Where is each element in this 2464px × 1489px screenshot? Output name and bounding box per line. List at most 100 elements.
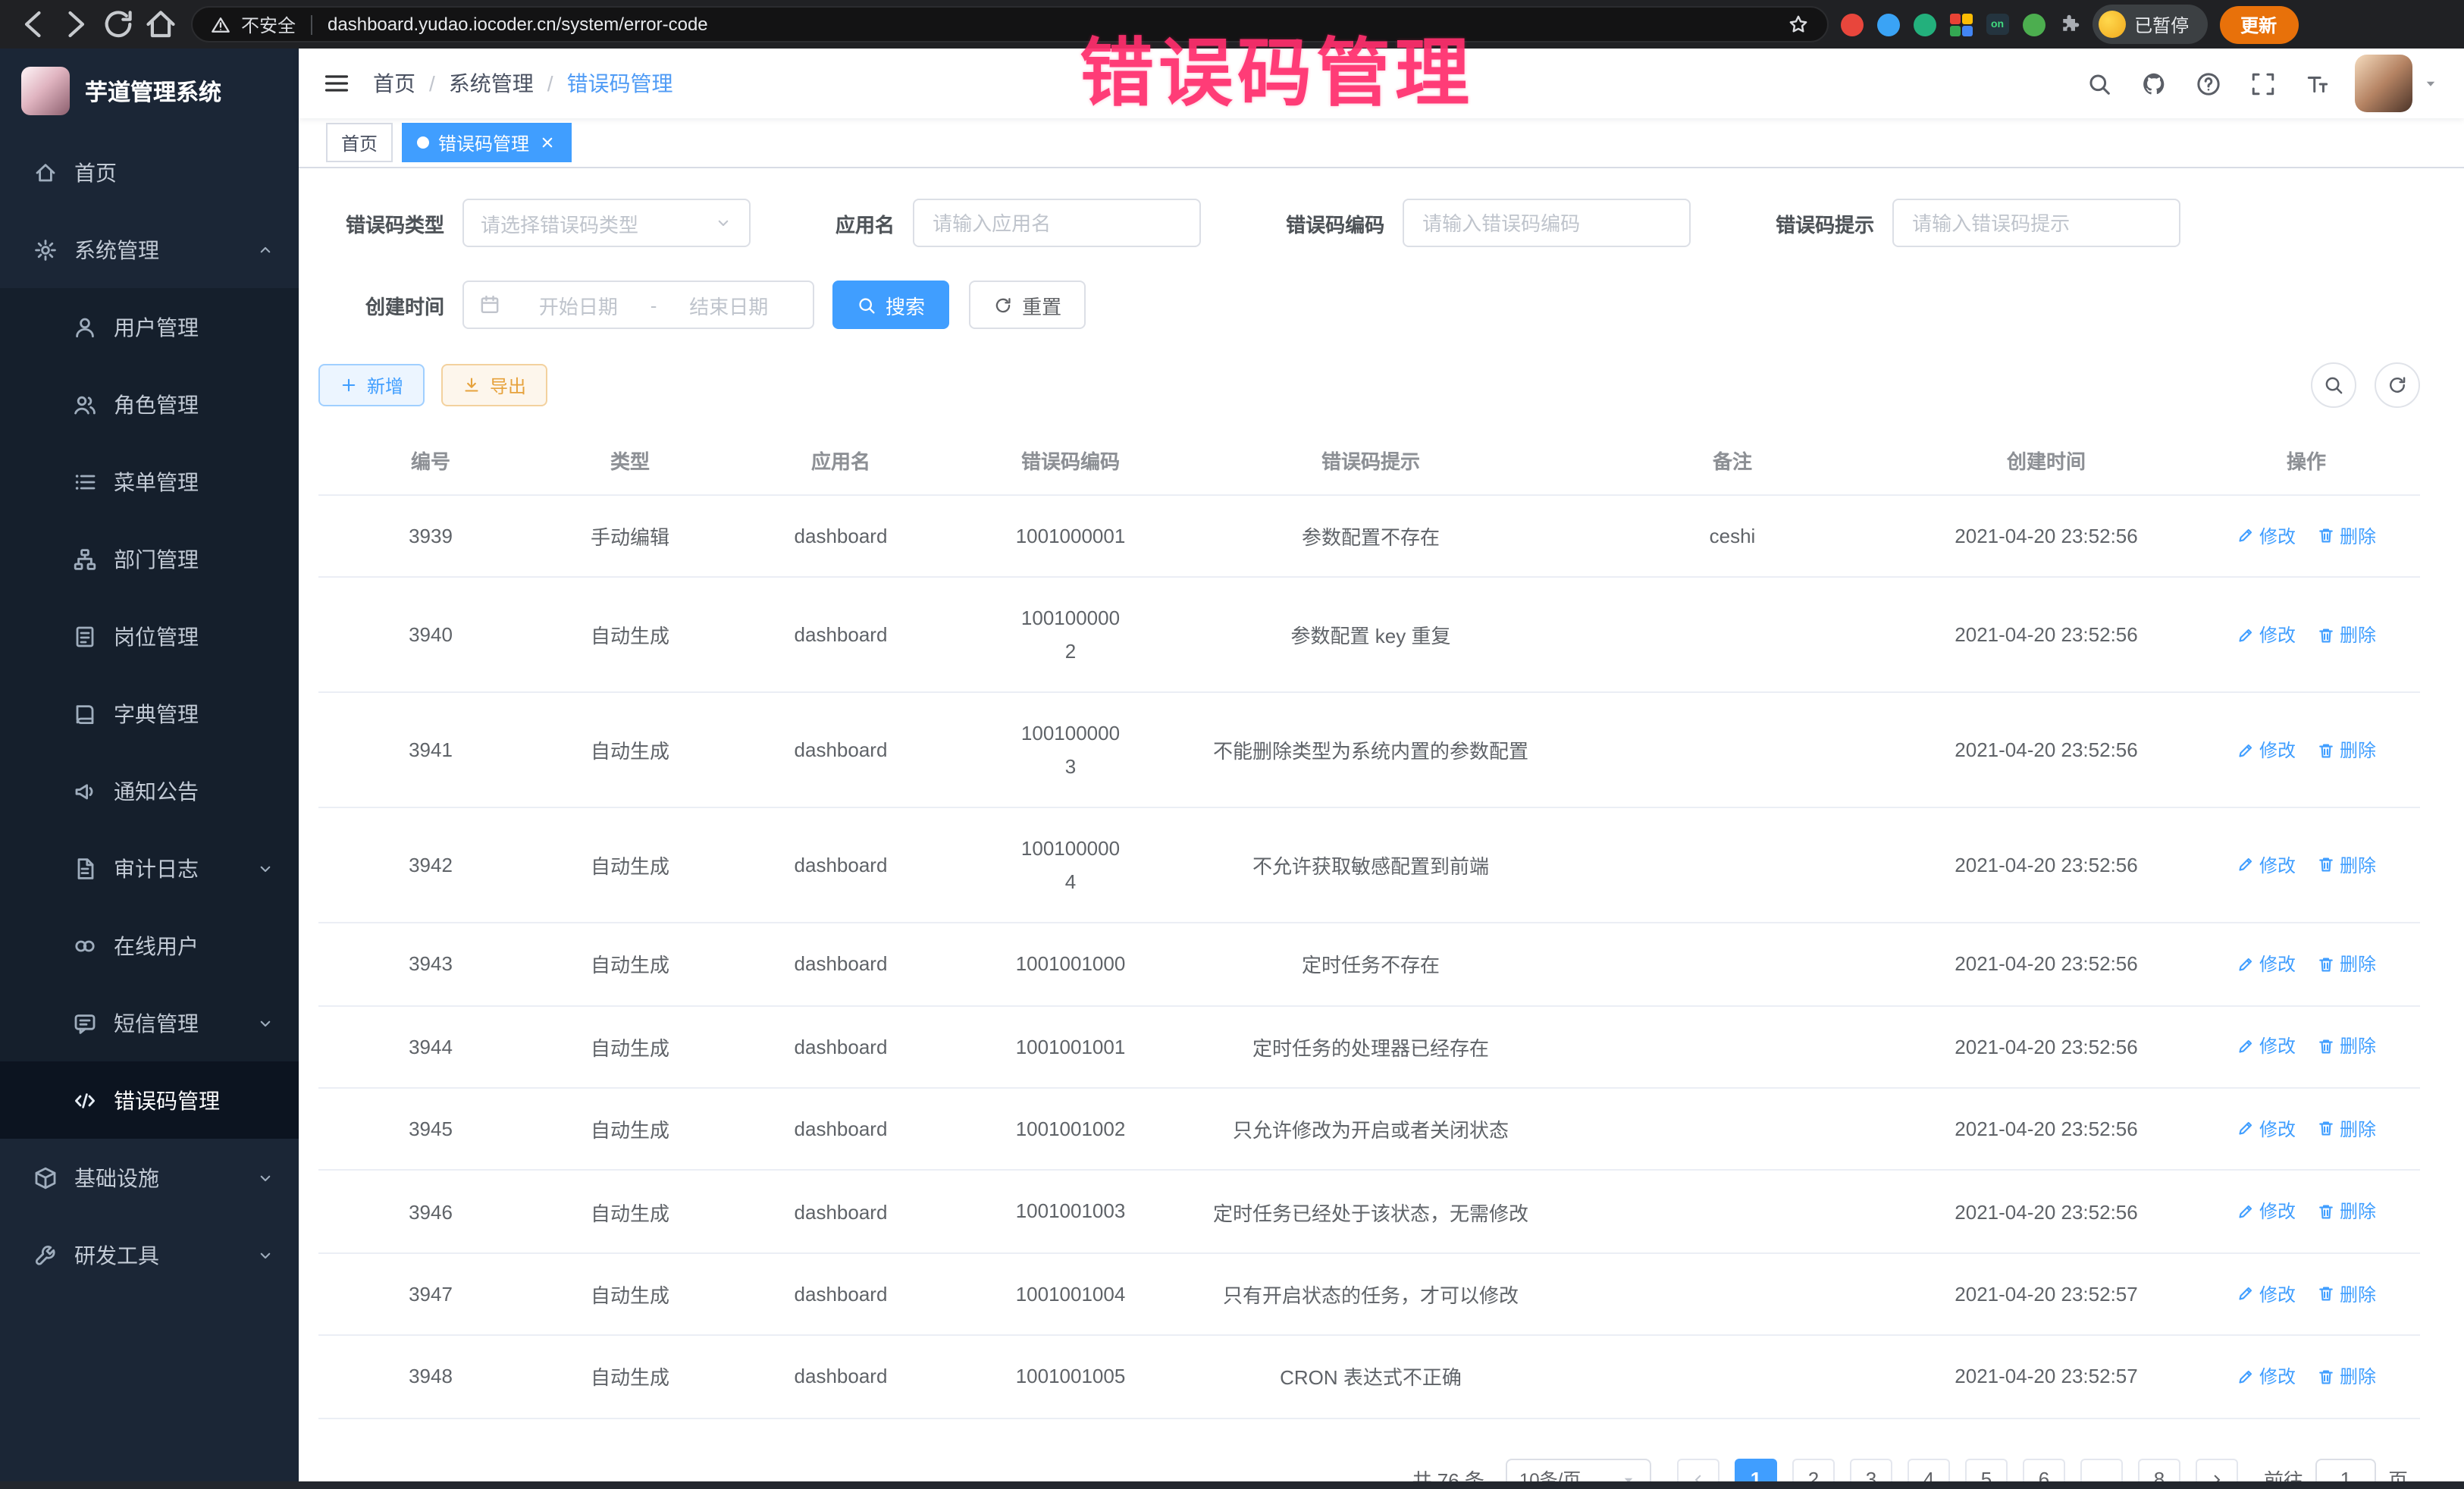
cell-created: 2021-04-20 23:52:56 <box>1900 1005 2193 1088</box>
browser-update-button[interactable]: 更新 <box>2219 5 2298 43</box>
sidebar-item-sms[interactable]: 短信管理 <box>0 984 299 1061</box>
delete-link[interactable]: 删除 <box>2317 1281 2376 1307</box>
add-button[interactable]: 新增 <box>318 364 425 406</box>
url-text[interactable]: dashboard.yudao.iocoder.cn/system/error-… <box>328 14 1777 35</box>
link-icon <box>73 933 97 958</box>
sidebar-item-menu[interactable]: 菜单管理 <box>0 443 299 520</box>
cell-id: 3946 <box>318 1171 543 1253</box>
edit-link[interactable]: 修改 <box>2237 852 2296 878</box>
edit-link[interactable]: 修改 <box>2237 1363 2296 1389</box>
recorder-extension-icon[interactable] <box>1841 13 1864 36</box>
user-avatar[interactable] <box>2355 55 2440 112</box>
sidebar-toggle-icon[interactable] <box>323 70 350 97</box>
home-icon[interactable] <box>143 6 179 42</box>
delete-link[interactable]: 删除 <box>2317 737 2376 763</box>
leaf-extension-icon[interactable] <box>2022 13 2045 36</box>
error-code-input[interactable] <box>1403 199 1691 247</box>
browser-profile-badge[interactable]: 已暂停 <box>2092 5 2207 44</box>
filter-field-error-code-type: 错误码类型请选择错误码类型 <box>346 199 751 247</box>
edit-link[interactable]: 修改 <box>2237 737 2296 763</box>
cell-type: 自动生成 <box>543 923 717 1005</box>
address-bar[interactable]: 不安全 dashboard.yudao.iocoder.cn/system/er… <box>191 6 1829 42</box>
cell-memo: ceshi <box>1565 495 1900 578</box>
color-drop-extension-icon[interactable] <box>1877 13 1900 36</box>
error-hint-input[interactable] <box>1892 199 2180 247</box>
security-label[interactable]: 不安全 <box>241 11 296 37</box>
breadcrumb-item[interactable]: 错误码管理 <box>567 68 673 99</box>
app-logo[interactable]: 芋道管理系统 <box>0 49 299 133</box>
cell-created: 2021-04-20 23:52:56 <box>1900 807 2193 923</box>
reload-icon[interactable] <box>100 6 136 42</box>
breadcrumb-item[interactable]: 系统管理 <box>449 68 534 99</box>
security-warning-icon[interactable] <box>211 14 230 34</box>
edit-link[interactable]: 修改 <box>2237 1199 2296 1224</box>
sidebar-item-infrastructure[interactable]: 基础设施 <box>0 1139 299 1216</box>
octotree-extension-icon[interactable] <box>1914 13 1936 36</box>
date-start-placeholder[interactable]: 开始日期 <box>509 290 647 319</box>
sidebar-item-dept[interactable]: 部门管理 <box>0 520 299 597</box>
help-icon[interactable] <box>2196 71 2221 96</box>
user-icon <box>73 315 97 339</box>
sidebar-item-role[interactable]: 角色管理 <box>0 365 299 443</box>
reset-button[interactable]: 重置 <box>969 281 1086 329</box>
sidebar-item-user[interactable]: 用户管理 <box>0 288 299 365</box>
search-icon[interactable] <box>2086 71 2112 96</box>
column-header-2: 应用名 <box>717 426 964 495</box>
forward-icon[interactable] <box>58 6 94 42</box>
filter-label-error-code-type: 错误码类型 <box>346 208 444 237</box>
date-range-input[interactable]: 开始日期 - 结束日期 <box>462 281 814 329</box>
apps-grid-extension-icon[interactable] <box>1950 13 1973 36</box>
cell-app: dashboard <box>717 923 964 1005</box>
tool-icon <box>33 1243 58 1267</box>
column-header-6: 创建时间 <box>1900 426 2193 495</box>
sidebar-item-dev-tools[interactable]: 研发工具 <box>0 1216 299 1293</box>
delete-link[interactable]: 删除 <box>2317 1033 2376 1059</box>
edit-link[interactable]: 修改 <box>2237 1116 2296 1142</box>
sidebar-item-system[interactable]: 系统管理 <box>0 211 299 288</box>
sidebar: 芋道管理系统 首页系统管理用户管理角色管理菜单管理部门管理岗位管理字典管理通知公… <box>0 49 299 1489</box>
switch-on-extension-icon[interactable]: on <box>1986 14 2008 35</box>
close-icon[interactable] <box>538 133 556 152</box>
sidebar-item-online-user[interactable]: 在线用户 <box>0 907 299 984</box>
edit-link[interactable]: 修改 <box>2237 523 2296 549</box>
sidebar-item-dict[interactable]: 字典管理 <box>0 675 299 752</box>
sidebar-item-post[interactable]: 岗位管理 <box>0 597 299 675</box>
tab-home[interactable]: 首页 <box>326 123 393 162</box>
sidebar-item-notice[interactable]: 通知公告 <box>0 752 299 829</box>
sidebar-item-audit-log[interactable]: 审计日志 <box>0 829 299 907</box>
error-code-type-select[interactable]: 请选择错误码类型 <box>462 199 751 247</box>
puzzle-extension-icon[interactable] <box>2058 14 2080 35</box>
date-end-placeholder[interactable]: 结束日期 <box>660 290 798 319</box>
edit-link[interactable]: 修改 <box>2237 951 2296 976</box>
delete-link[interactable]: 删除 <box>2317 1363 2376 1389</box>
breadcrumb-item[interactable]: 首页 <box>373 68 415 99</box>
fullscreen-icon[interactable] <box>2250 71 2276 96</box>
edit-link[interactable]: 修改 <box>2237 1033 2296 1059</box>
delete-link[interactable]: 删除 <box>2317 523 2376 549</box>
refresh-table-button[interactable] <box>2375 362 2420 408</box>
cell-id: 3944 <box>318 1005 543 1088</box>
edit-link[interactable]: 修改 <box>2237 1281 2296 1307</box>
sidebar-item-error-code[interactable]: 错误码管理 <box>0 1061 299 1139</box>
main-area: 首页/系统管理/错误码管理 首页错误码管理 错误码类型请选择错误码类型应用名错误… <box>299 49 2464 1489</box>
edit-link[interactable]: 修改 <box>2237 622 2296 647</box>
sidebar-item-label: 在线用户 <box>114 930 199 961</box>
search-button[interactable]: 搜索 <box>832 281 949 329</box>
back-icon[interactable] <box>15 6 52 42</box>
cell-created: 2021-04-20 23:52:57 <box>1900 1336 2193 1418</box>
delete-link[interactable]: 删除 <box>2317 1199 2376 1224</box>
bookmark-star-icon[interactable] <box>1788 14 1809 35</box>
delete-link[interactable]: 删除 <box>2317 852 2376 878</box>
chevron-down-icon <box>256 859 274 877</box>
cell-actions: 修改删除 <box>2193 1005 2420 1088</box>
font-size-icon[interactable] <box>2305 71 2331 96</box>
sidebar-item-home[interactable]: 首页 <box>0 133 299 211</box>
toggle-search-button[interactable] <box>2311 362 2356 408</box>
delete-link[interactable]: 删除 <box>2317 951 2376 976</box>
github-icon[interactable] <box>2141 71 2167 96</box>
delete-link[interactable]: 删除 <box>2317 622 2376 647</box>
export-button[interactable]: 导出 <box>441 364 547 406</box>
delete-link[interactable]: 删除 <box>2317 1116 2376 1142</box>
tab-error-code[interactable]: 错误码管理 <box>402 123 572 162</box>
app-name-input[interactable] <box>913 199 1201 247</box>
